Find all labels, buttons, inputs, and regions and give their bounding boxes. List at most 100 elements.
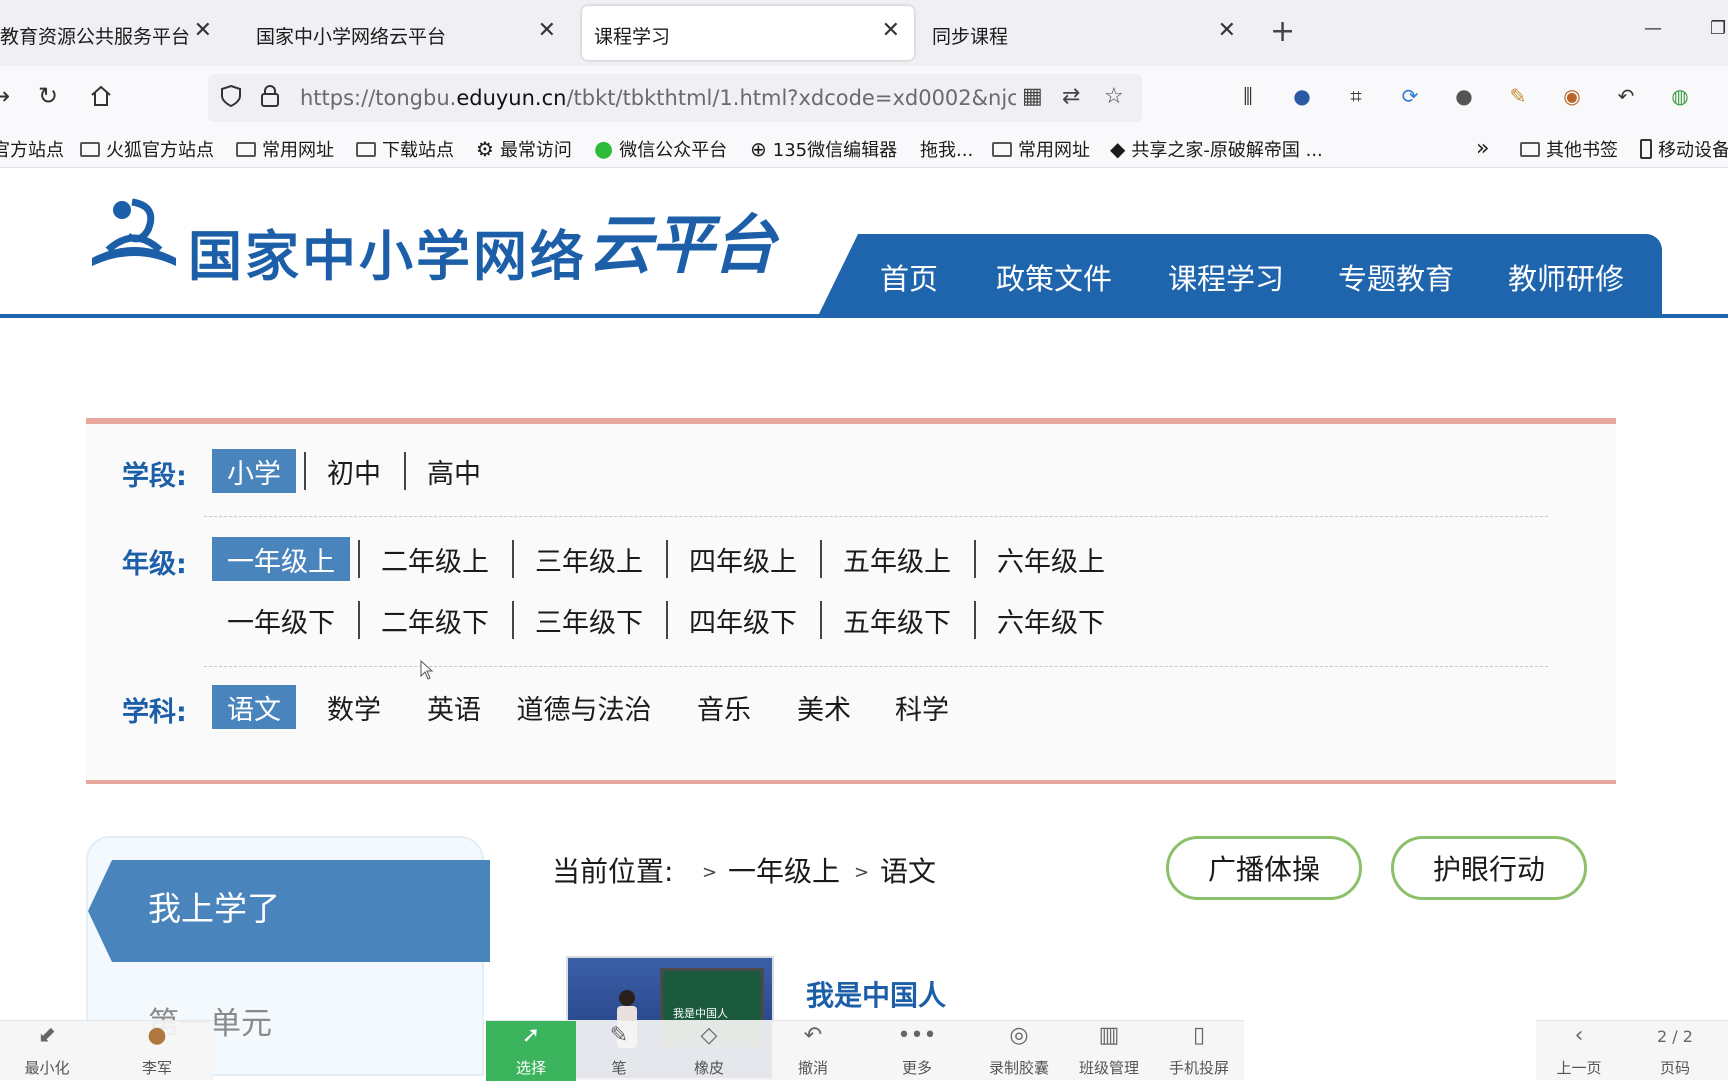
close-icon[interactable]: ✕ <box>194 18 212 43</box>
header-divider <box>0 314 1728 318</box>
bookmark-item[interactable]: ● 微信公众平台 <box>594 136 727 162</box>
tab-cloud-platform[interactable]: 国家中小学网络云平台 ✕ <box>244 6 570 60</box>
extension-pen-icon[interactable]: ✎ <box>1504 82 1532 110</box>
restore-window-icon[interactable]: ❐ <box>1710 18 1726 39</box>
nav-course-study[interactable]: 课程学习 <box>1168 256 1284 298</box>
bookmark-folder[interactable]: ⚙ 最常访问 <box>476 136 572 162</box>
url-bar[interactable]: https://tongbu.eduyun.cn/tbkt/tbkthtml/1… <box>208 74 1142 122</box>
subject-option[interactable]: 科学 <box>880 685 964 729</box>
separator <box>358 540 360 578</box>
user-button[interactable]: ● 李军 <box>114 1021 200 1081</box>
grade-option[interactable]: 六年级上 <box>982 537 1120 581</box>
library-icon[interactable]: ⫼ <box>1234 82 1262 110</box>
minimize-icon: ⬋ <box>37 1023 57 1048</box>
bookmark-folder[interactable]: 下载站点 <box>356 136 454 162</box>
grade-option[interactable]: 五年级下 <box>828 598 966 642</box>
extension-cursor-icon[interactable]: ● <box>1288 82 1316 110</box>
nav-home[interactable]: 首页 <box>880 256 938 298</box>
extension-dots-icon[interactable]: ● <box>1450 82 1478 110</box>
bookmark-folder[interactable]: 其他书签 <box>1520 136 1618 162</box>
tab-edu-resources[interactable]: 教育资源公共服务平台 ✕ <box>0 6 226 60</box>
folder-icon <box>236 141 256 157</box>
page-indicator[interactable]: 2 / 2 页码 <box>1632 1021 1718 1081</box>
bookmark-folder[interactable]: 移动设备 <box>1640 136 1728 162</box>
home-icon[interactable] <box>85 80 117 112</box>
sidebar-banner[interactable]: 我上学了 <box>88 860 490 962</box>
stage-option-senior[interactable]: 高中 <box>412 449 496 493</box>
phone-cast-button[interactable]: ▯ 手机投屏 <box>1156 1021 1242 1081</box>
eraser-tool-button[interactable]: ◇ 橡皮 <box>666 1021 752 1081</box>
subject-option[interactable]: 数学 <box>312 685 396 729</box>
stage-option-junior[interactable]: 初中 <box>312 449 396 493</box>
separator <box>666 601 668 639</box>
bookmark-item[interactable]: 官方站点 <box>0 136 64 162</box>
undo-button[interactable]: ↶ 撤消 <box>770 1021 856 1081</box>
prev-page-button[interactable]: ‹ 上一页 <box>1536 1021 1622 1081</box>
bookmark-folder[interactable]: 常用网址 <box>236 136 334 162</box>
breadcrumb-item[interactable]: 语文 <box>880 850 936 890</box>
pen-tool-button[interactable]: ✎ 笔 <box>576 1021 662 1081</box>
minimize-button[interactable]: ⬋ 最小化 <box>4 1021 90 1081</box>
filter-panel: 学段: 小学 初中 高中 年级: 一年级上 二年级上 三年级上 四年级上 五年级… <box>86 418 1616 784</box>
grade-option[interactable]: 六年级下 <box>982 598 1120 642</box>
close-icon[interactable]: ✕ <box>1218 18 1236 43</box>
bookmark-item[interactable]: ⊕ 135微信编辑器 <box>750 136 897 162</box>
bookmark-star-icon[interactable]: ☆ <box>1104 84 1124 109</box>
record-capsule-button[interactable]: ◎ 录制胶囊 <box>976 1021 1062 1081</box>
subject-option[interactable]: 语文 <box>212 685 296 729</box>
undo-close-icon[interactable]: ↶ <box>1612 82 1640 110</box>
bookmark-item[interactable]: ◆ 共享之家-原破解帝国 ... <box>1110 136 1323 162</box>
cursor-icon: ➚ <box>521 1023 541 1048</box>
breadcrumb-item[interactable]: 一年级上 <box>728 850 840 890</box>
grade-option[interactable]: 四年级上 <box>674 537 812 581</box>
grade-label: 年级: <box>122 549 187 580</box>
bookmark-folder[interactable]: 火狐官方站点 <box>80 136 214 162</box>
subject-option[interactable]: 音乐 <box>682 685 766 729</box>
close-icon[interactable]: ✕ <box>882 18 900 43</box>
more-button[interactable]: ••• 更多 <box>874 1021 960 1081</box>
subject-option[interactable]: 美术 <box>782 685 866 729</box>
close-icon[interactable]: ✕ <box>538 18 556 43</box>
class-icon: ▥ <box>1098 1023 1120 1048</box>
eye-care-button[interactable]: 护眼行动 <box>1391 836 1587 900</box>
minimize-window-icon[interactable]: — <box>1644 18 1662 39</box>
tab-sync-course[interactable]: 同步课程 ✕ <box>920 6 1250 60</box>
subject-option[interactable]: 英语 <box>412 685 496 729</box>
grade-option[interactable]: 三年级上 <box>520 537 658 581</box>
nav-policy[interactable]: 政策文件 <box>996 256 1112 298</box>
translate-icon[interactable]: ⇄ <box>1062 84 1080 109</box>
extension-monkey-icon[interactable]: ◉ <box>1558 82 1586 110</box>
extension-globe-icon[interactable]: ◍ <box>1666 82 1694 110</box>
tab-course-study[interactable]: 课程学习 ✕ <box>582 6 914 60</box>
logo-text: 国家中小学网络 <box>188 225 587 288</box>
qrcode-icon[interactable]: ▦ <box>1022 84 1043 109</box>
grade-option[interactable]: 二年级上 <box>366 537 504 581</box>
lock-icon[interactable] <box>260 84 280 114</box>
grade-option[interactable]: 四年级下 <box>674 598 812 642</box>
subject-option[interactable]: 道德与法治 <box>512 685 656 729</box>
grade-option[interactable]: 一年级下 <box>212 598 350 642</box>
stage-option-primary[interactable]: 小学 <box>212 449 296 493</box>
separator <box>512 540 514 578</box>
divider <box>204 666 1548 667</box>
grade-option[interactable]: 一年级上 <box>212 537 350 581</box>
lesson-title[interactable]: 我是中国人 <box>806 974 946 1014</box>
bookmark-item[interactable]: 拖我... <box>920 136 973 162</box>
more-bookmarks-icon[interactable]: » <box>1476 136 1489 161</box>
select-tool-button[interactable]: ➚ 选择 <box>486 1021 576 1081</box>
grade-option[interactable]: 五年级上 <box>828 537 966 581</box>
nav-special-education[interactable]: 专题教育 <box>1338 256 1454 298</box>
shield-icon[interactable] <box>220 84 242 114</box>
nav-teacher-training[interactable]: 教师研修 <box>1508 256 1624 298</box>
new-tab-icon[interactable]: + <box>1270 14 1295 49</box>
broadcast-exercise-button[interactable]: 广播体操 <box>1166 836 1362 900</box>
grade-option[interactable]: 三年级下 <box>520 598 658 642</box>
sync-icon[interactable]: ⟳ <box>1396 82 1424 110</box>
platform-logo-icon[interactable] <box>88 196 180 268</box>
crop-icon[interactable]: ⌗ <box>1342 82 1370 110</box>
back-icon[interactable]: → <box>0 80 16 112</box>
bookmark-folder[interactable]: 常用网址 <box>992 136 1090 162</box>
class-management-button[interactable]: ▥ 班级管理 <box>1066 1021 1152 1081</box>
reload-icon[interactable]: ↻ <box>32 80 64 112</box>
grade-option[interactable]: 二年级下 <box>366 598 504 642</box>
